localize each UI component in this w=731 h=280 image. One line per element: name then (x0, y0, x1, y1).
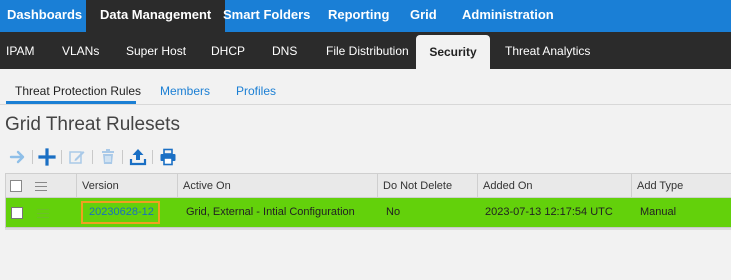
tab-threat-protection-rules[interactable]: Threat Protection Rules (15, 84, 141, 98)
topnav-reporting[interactable]: Reporting (321, 0, 396, 32)
subnav-ipam[interactable]: IPAM (6, 32, 34, 69)
select-all-checkbox[interactable] (10, 180, 22, 192)
table-row[interactable]: 20230628-12 Grid, External - Intial Conf… (5, 198, 731, 228)
subnav-dns[interactable]: DNS (272, 32, 297, 69)
cell-active-on: Grid, External - Intial Configuration (186, 206, 355, 218)
toolbar (0, 144, 731, 168)
cell-do-not-delete: No (386, 206, 401, 218)
column-header-add-type[interactable]: Add Type (631, 174, 731, 198)
subnav-threat-analytics[interactable]: Threat Analytics (505, 32, 590, 69)
subnav-file-distribution[interactable]: File Distribution (326, 32, 409, 69)
cell-add-type: Manual (640, 206, 677, 218)
threat-rulesets-table: Version Active On Do Not Delete Added On… (5, 173, 731, 228)
column-header-added-on[interactable]: Added On (477, 174, 631, 198)
table-bottom-shadow (5, 228, 731, 230)
subnav-dhcp[interactable]: DHCP (211, 32, 245, 69)
upload-icon[interactable] (129, 148, 147, 166)
toolbar-separator (122, 150, 123, 164)
arrow-right-icon[interactable] (9, 148, 27, 166)
subnav-vlans[interactable]: VLANs (62, 32, 99, 69)
tabs-divider (0, 104, 731, 105)
toolbar-separator (32, 150, 33, 164)
toolbar-separator (92, 150, 93, 164)
toolbar-separator (152, 150, 153, 164)
top-nav: Dashboards Data Management Smart Folders… (0, 0, 731, 32)
version-link[interactable]: 20230628-12 (81, 201, 160, 224)
topnav-grid[interactable]: Grid (403, 0, 444, 32)
row-menu-icon[interactable] (37, 209, 49, 218)
tab-members[interactable]: Members (160, 84, 210, 98)
edit-icon[interactable] (68, 148, 86, 166)
table-header: Version Active On Do Not Delete Added On… (5, 173, 731, 198)
plus-icon[interactable] (38, 148, 56, 166)
toolbar-separator (61, 150, 62, 164)
column-menu-icon[interactable] (35, 182, 47, 191)
cell-added-on: 2023-07-13 12:17:54 UTC (485, 206, 613, 218)
page-title: Grid Threat Rulesets (5, 114, 180, 135)
print-icon[interactable] (159, 148, 177, 166)
topnav-smart-folders[interactable]: Smart Folders (216, 0, 317, 32)
topnav-dashboards[interactable]: Dashboards (0, 0, 89, 32)
column-header-do-not-delete[interactable]: Do Not Delete (377, 174, 477, 198)
tab-profiles[interactable]: Profiles (236, 84, 276, 98)
row-checkbox[interactable] (11, 207, 23, 219)
subnav-security[interactable]: Security (416, 35, 490, 69)
column-header-active-on[interactable]: Active On (177, 174, 377, 198)
subnav-super-host[interactable]: Super Host (126, 32, 186, 69)
trash-icon[interactable] (99, 148, 117, 166)
topnav-data-management[interactable]: Data Management (86, 0, 226, 32)
column-header-version[interactable]: Version (76, 174, 177, 198)
topnav-administration[interactable]: Administration (455, 0, 561, 32)
sub-nav: IPAM VLANs Super Host DHCP DNS File Dist… (0, 32, 731, 69)
